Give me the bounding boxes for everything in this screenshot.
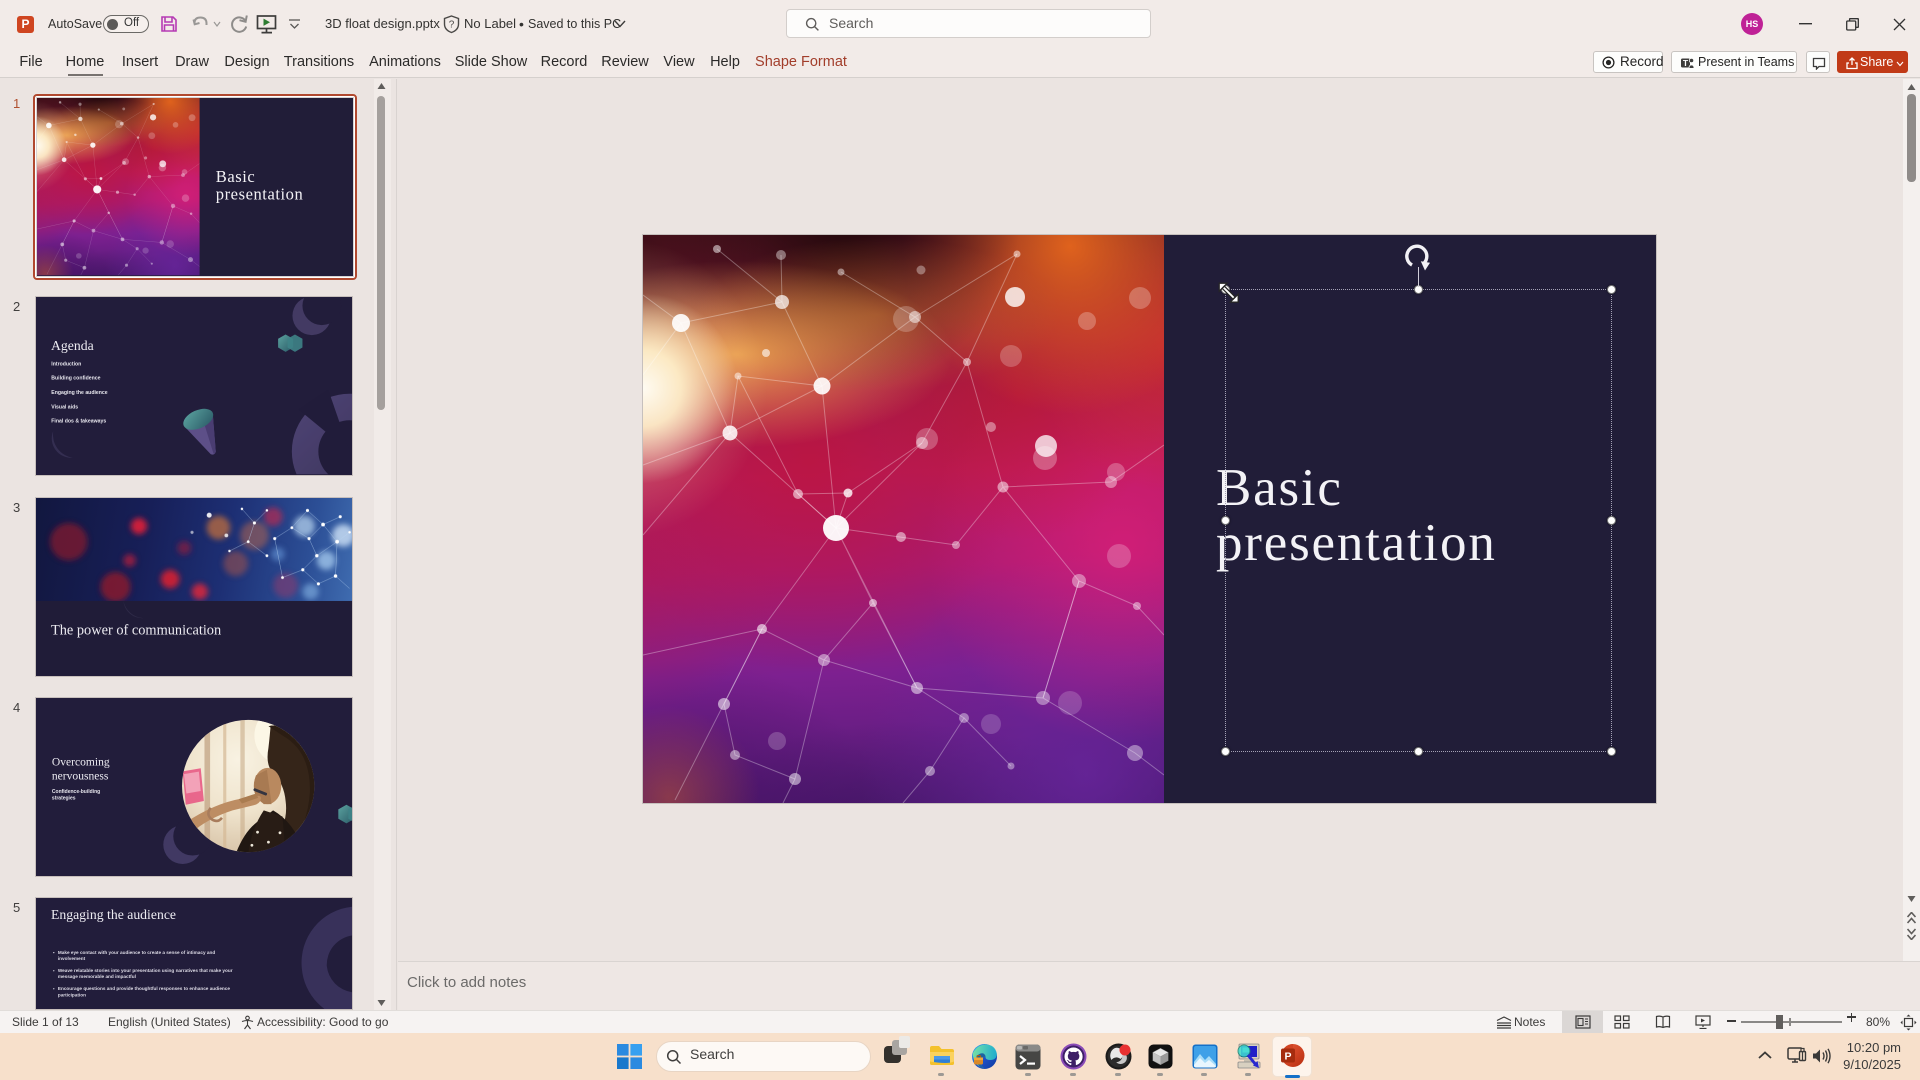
svg-text:?: ?: [449, 20, 455, 31]
svg-text:T: T: [1683, 58, 1689, 68]
svg-text:P: P: [1284, 1051, 1291, 1063]
